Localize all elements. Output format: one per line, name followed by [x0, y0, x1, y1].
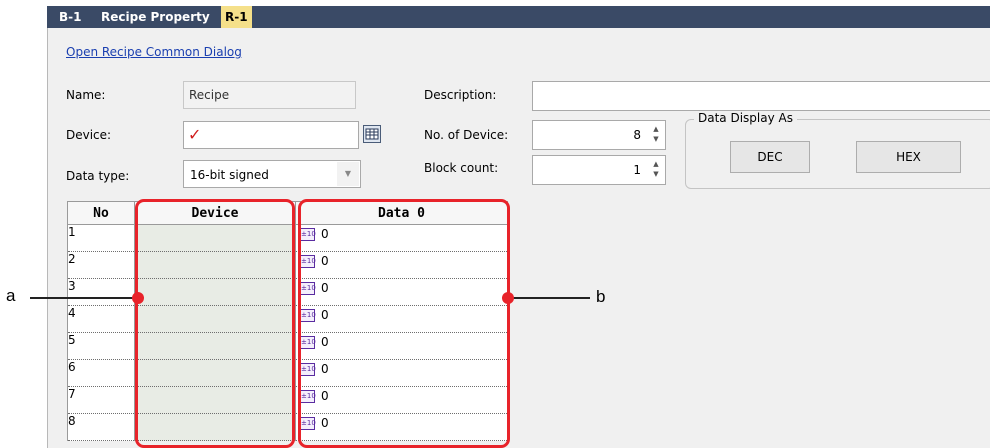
no-of-device-spinner[interactable]: 8 ▲ ▼: [532, 120, 666, 150]
tab-recipe-property[interactable]: Recipe Property: [101, 6, 210, 28]
column-header-no[interactable]: No: [67, 201, 135, 225]
description-label: Description:: [424, 88, 497, 102]
callout-a-line: [30, 297, 138, 299]
callout-a-dot: [132, 292, 144, 304]
device-field[interactable]: ✓: [183, 121, 359, 149]
no-of-device-label: No. of Device:: [424, 128, 509, 142]
grid-icon: [365, 128, 379, 140]
tab-r1[interactable]: R-1: [221, 6, 252, 28]
row-number: 6: [67, 359, 135, 387]
row-number: 3: [67, 278, 135, 306]
row-number: 5: [67, 332, 135, 360]
tab-b1[interactable]: B-1: [59, 6, 81, 28]
data-display-title: Data Display As: [694, 111, 797, 125]
dec-button[interactable]: DEC: [730, 141, 810, 173]
callout-b-dot: [502, 292, 514, 304]
description-field[interactable]: [532, 81, 990, 111]
callout-a-label: a: [6, 286, 16, 305]
name-label: Name:: [66, 88, 106, 102]
row-number: 1: [67, 224, 135, 252]
data-column-highlight: [298, 199, 510, 448]
name-field[interactable]: Recipe: [183, 81, 356, 109]
data-type-select[interactable]: 16-bit signed ▼: [183, 160, 361, 188]
row-number: 8: [67, 413, 135, 441]
tab-bar: B-1 Recipe Property R-1: [47, 6, 990, 28]
data-type-label: Data type:: [66, 169, 130, 183]
row-number: 4: [67, 305, 135, 333]
callout-b-label: b: [596, 287, 606, 306]
block-count-label: Block count:: [424, 161, 499, 175]
chevron-down-icon[interactable]: ▼: [337, 162, 359, 186]
callout-b-line: [506, 297, 590, 299]
data-type-value: 16-bit signed: [190, 168, 269, 182]
block-count-value: 1: [633, 163, 641, 177]
open-recipe-common-dialog-link[interactable]: Open Recipe Common Dialog: [66, 45, 242, 59]
no-of-device-value: 8: [633, 128, 641, 142]
data-display-group: Data Display As DEC HEX: [685, 111, 990, 189]
device-column-highlight: [135, 199, 295, 448]
row-number: 7: [67, 386, 135, 414]
block-count-spinner[interactable]: 1 ▲ ▼: [532, 155, 666, 185]
device-label: Device:: [66, 128, 112, 142]
spinner-arrows-icon[interactable]: ▲ ▼: [649, 124, 663, 148]
row-number: 2: [67, 251, 135, 279]
device-browse-icon[interactable]: [363, 125, 381, 143]
hex-button[interactable]: HEX: [856, 141, 961, 173]
spinner-arrows-icon[interactable]: ▲ ▼: [649, 159, 663, 183]
